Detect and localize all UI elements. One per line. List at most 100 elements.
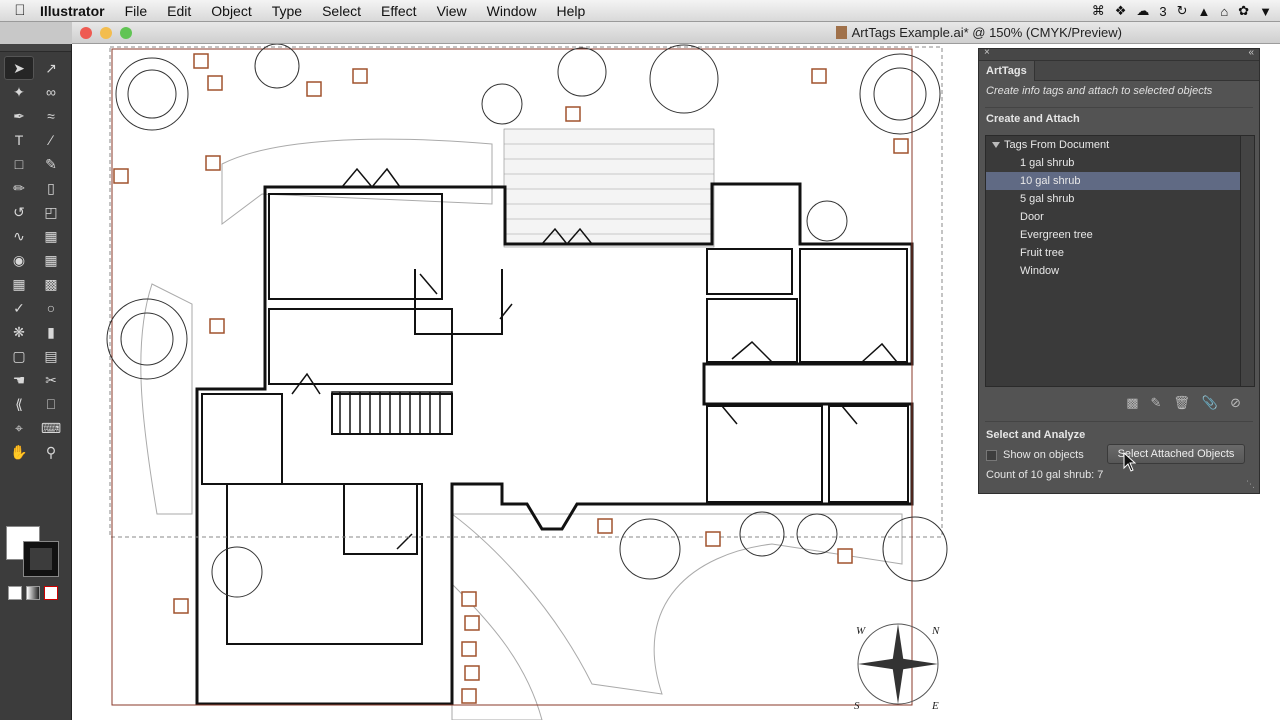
list-item[interactable]: Fruit tree [986,244,1254,262]
curvature-tool-icon[interactable]: ≈ [36,104,66,128]
menu-view[interactable]: View [437,3,467,19]
magic-wand-tool-icon[interactable]: ✦ [4,80,34,104]
detach-tag-icon[interactable]: ⊘ [1230,395,1241,411]
menu-bar:  Illustrator File Edit Object Type Sele… [0,0,1280,22]
tab-arttags[interactable]: ArtTags [979,61,1035,81]
evernote-icon[interactable]: ✿ [1238,3,1249,19]
panel-header-bar[interactable]: × « [979,47,1259,61]
artboard-bounds [109,46,943,538]
measure-tool-icon[interactable]: ⌨ [36,416,66,440]
blend-tool-icon[interactable]: ○ [36,296,66,320]
menu-help[interactable]: Help [556,3,585,19]
color-modes [8,586,58,600]
menu-effect[interactable]: Effect [381,3,417,19]
free-transform-tool-icon[interactable]: ▦ [36,224,66,248]
mesh-tool-icon[interactable]: ▦ [4,272,34,296]
compass-s: S [854,700,860,712]
list-item[interactable]: Evergreen tree [986,226,1254,244]
checkbox-box[interactable] [986,449,997,461]
menu-object[interactable]: Object [211,3,251,19]
panel-resize-grip[interactable]: ⋱ [1246,479,1255,490]
select-analyze-heading: Select and Analyze [986,429,1086,441]
tools-panel: ➤ ↗ ✦ ∞ ✒ ≈ T ∕ □ ✎ ✏ ▯ ↺ ◰ ∿ ▦ ◉ ▦ ▦ ▩ … [0,44,72,720]
menu-window[interactable]: Window [487,3,537,19]
home-icon[interactable]: ⌂ [1220,4,1228,19]
edit-tag-icon[interactable]: ✎ [1150,395,1161,411]
delete-tag-icon[interactable]: 🗑 [1173,395,1190,411]
show-on-objects-label: Show on objects [1003,449,1084,461]
pencil-tool-icon[interactable]: ✏ [4,176,34,200]
tools-panel-grip[interactable] [0,44,71,52]
eyedropper-tool-icon[interactable]: ✓ [4,296,34,320]
dropbox-icon[interactable]: ❖ [1115,3,1127,19]
close-panel-icon[interactable]: × [984,47,990,58]
selection-tool-icon[interactable]: ➤ [4,56,34,80]
app-menu[interactable]: Illustrator [40,3,105,19]
color-mode-icon[interactable] [8,586,22,600]
column-graph-tool-icon[interactable]: ▮ [36,320,66,344]
gradient-tool-icon[interactable]: ▩ [36,272,66,296]
knife-tool-icon[interactable]: ☚ [4,368,34,392]
house-walls [195,182,914,706]
warp-tool-icon[interactable]: ∿ [4,224,34,248]
symbol-sprayer-tool-icon[interactable]: ❋ [4,320,34,344]
show-on-objects-checkbox[interactable]: Show on objects [986,449,1084,461]
wifi-icon[interactable]: ▼ [1259,4,1272,19]
document-title: ArtTags Example.ai* @ 150% (CMYK/Preview… [72,25,1280,40]
attach-tag-icon[interactable]: 📎 [1202,395,1218,411]
type-tool-icon[interactable]: T [4,128,34,152]
tag-group-header[interactable]: Tags From Document [986,136,1254,154]
line-tool-icon[interactable]: ∕ [36,128,66,152]
list-item[interactable]: 1 gal shrub [986,154,1254,172]
creative-cloud-icon[interactable]: ☁ [1136,3,1149,19]
sync-icon[interactable]: ↻ [1177,3,1188,19]
shape-builder-tool-icon[interactable]: ◉ [4,248,34,272]
new-tag-icon[interactable]: ▩ [1126,395,1138,411]
tag-count-text: Count of 10 gal shrub: 7 [986,469,1104,481]
rectangle-tool-icon[interactable]: □ [4,152,34,176]
reshape-tool-icon[interactable]: ⎕ [36,392,66,416]
list-item[interactable]: Window [986,262,1254,280]
apple-menu-icon[interactable]:  [0,2,40,19]
slice-tool-icon[interactable]: ▤ [36,344,66,368]
menu-type[interactable]: Type [272,3,302,19]
list-item[interactable]: 5 gal shrub [986,190,1254,208]
perspective-grid-tool-icon[interactable]: ▦ [36,248,66,272]
collapse-panel-icon[interactable]: « [1248,47,1254,58]
divider [985,107,1253,108]
status-area: ⌘ ❖ ☁ 3 ↻ ▲ ⌂ ✿ ▼ [1092,0,1272,22]
document-icon [835,26,847,39]
artboard-tool-icon[interactable]: ▢ [4,344,34,368]
create-attach-heading: Create and Attach [986,113,1080,125]
list-item-selected[interactable]: 10 gal shrub [986,172,1254,190]
panel-description: Create info tags and attach to selected … [986,85,1213,97]
menu-file[interactable]: File [125,3,148,19]
document-title-bar: ArtTags Example.ai* @ 150% (CMYK/Preview… [72,22,1280,44]
paintbrush-tool-icon[interactable]: ✎ [36,152,66,176]
menu-select[interactable]: Select [322,3,361,19]
drive-icon[interactable]: ▲ [1197,4,1210,19]
gradient-mode-icon[interactable] [26,586,40,600]
hand-tool-icon[interactable]: ✋ [4,440,34,464]
scripts-icon[interactable]: ⌘ [1092,3,1105,19]
notification-count: 3 [1159,3,1167,19]
menu-edit[interactable]: Edit [167,3,191,19]
scale-tool-icon[interactable]: ◰ [36,200,66,224]
pen-tool-icon[interactable]: ✒ [4,104,34,128]
arttags-panel: × « ArtTags Create info tags and attach … [978,47,1260,494]
stairs [331,391,453,435]
tag-list-scrollbar[interactable] [1240,136,1254,386]
eraser-tool-icon[interactable]: ▯ [36,176,66,200]
crop-tool-icon[interactable]: ⌖ [4,416,34,440]
width-tool-icon[interactable]: ⟪ [4,392,34,416]
direct-selection-tool-icon[interactable]: ↗ [36,56,66,80]
scissors-tool-icon[interactable]: ✂ [36,368,66,392]
none-mode-icon[interactable] [44,586,58,600]
tag-list[interactable]: Tags From Document 1 gal shrub 10 gal sh… [985,135,1255,387]
stroke-swatch[interactable] [23,541,59,577]
zoom-tool-icon[interactable]: ⚲ [36,440,66,464]
lasso-tool-icon[interactable]: ∞ [36,80,66,104]
rotate-tool-icon[interactable]: ↺ [4,200,34,224]
panel-tab-row: ArtTags [979,61,1259,81]
list-item[interactable]: Door [986,208,1254,226]
